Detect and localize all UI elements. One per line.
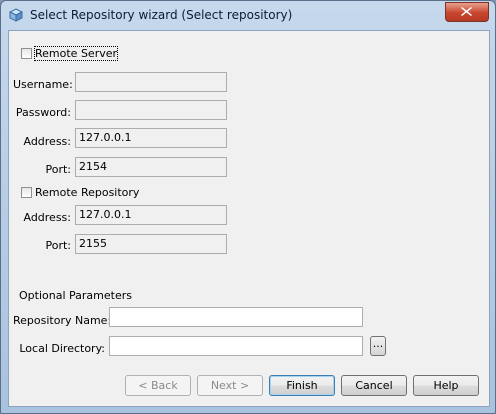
remote-repository-label[interactable]: Remote Repository — [35, 186, 139, 199]
repository-name-input[interactable] — [109, 307, 363, 327]
remote-repository-checkbox[interactable] — [21, 187, 32, 198]
window-title: Select Repository wizard (Select reposit… — [30, 8, 293, 22]
password-field[interactable] — [75, 100, 227, 120]
remote-server-label[interactable]: Remote Server — [33, 46, 119, 61]
repository-address-label: Address: — [23, 211, 71, 224]
finish-button[interactable]: Finish — [269, 375, 335, 396]
server-port-label: Port: — [45, 163, 71, 176]
back-button[interactable]: < Back — [125, 375, 191, 396]
cancel-button[interactable]: Cancel — [341, 375, 407, 396]
optional-parameters-heading: Optional Parameters — [19, 289, 132, 302]
title-bar[interactable]: Select Repository wizard (Select reposit… — [1, 1, 495, 29]
browse-button[interactable]: ... — [370, 336, 386, 356]
wizard-window: Select Repository wizard (Select reposit… — [0, 0, 496, 414]
local-directory-input[interactable] — [109, 336, 363, 356]
username-field[interactable] — [75, 72, 227, 92]
password-label: Password: — [15, 106, 71, 119]
remote-server-checkbox[interactable] — [21, 48, 32, 59]
wizard-content: Remote Server Username: Password: Addres… — [8, 30, 490, 407]
server-address-label: Address: — [23, 135, 71, 148]
server-port-field[interactable]: 2154 — [75, 157, 227, 177]
app-cube-icon — [9, 8, 23, 22]
help-button[interactable]: Help — [413, 375, 479, 396]
local-directory-label: Local Directory: — [19, 342, 105, 355]
close-button[interactable] — [445, 2, 489, 22]
repository-port-label: Port: — [45, 239, 71, 252]
repository-address-field[interactable]: 127.0.0.1 — [75, 205, 227, 225]
repository-name-label: Repository Name: — [13, 314, 112, 327]
server-address-field[interactable]: 127.0.0.1 — [75, 128, 227, 148]
repository-port-field[interactable]: 2155 — [75, 234, 227, 254]
next-button[interactable]: Next > — [197, 375, 263, 396]
username-label: Username: — [13, 78, 73, 91]
close-icon — [461, 7, 472, 16]
